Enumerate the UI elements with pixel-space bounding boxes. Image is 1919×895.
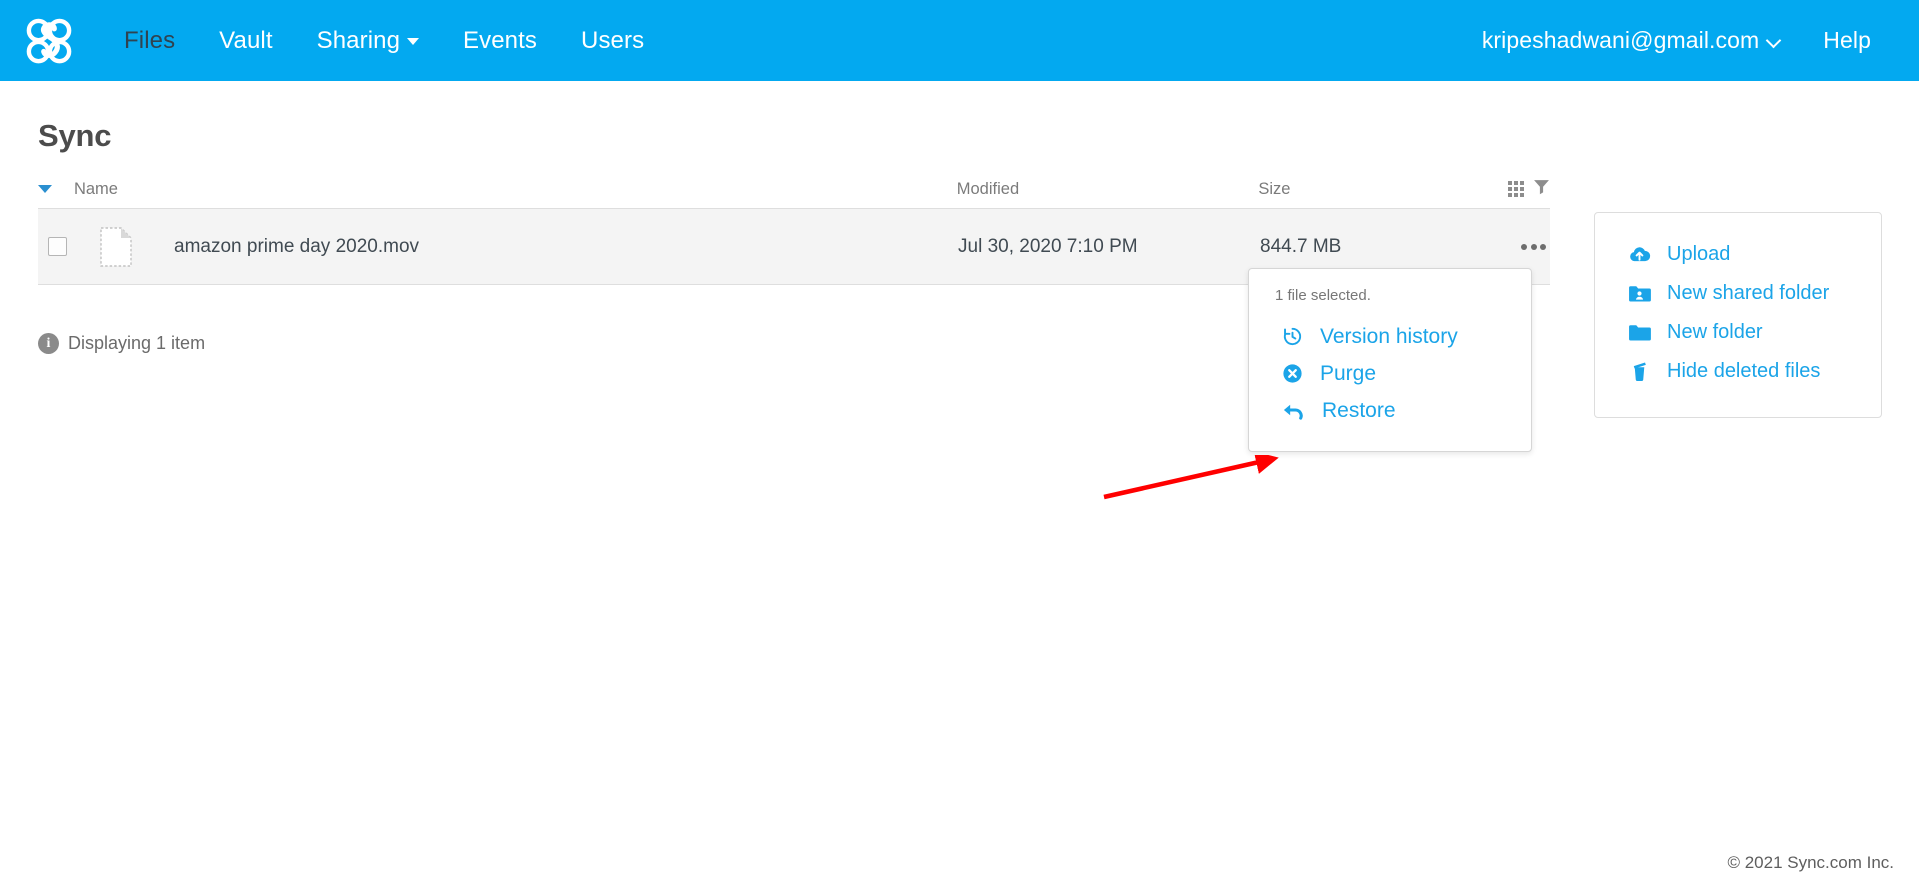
- chevron-down-icon: [1766, 33, 1782, 49]
- history-clock-icon: [1281, 325, 1304, 348]
- row-size-value: 844.7 MB: [1260, 236, 1510, 258]
- sort-toggle[interactable]: [38, 185, 74, 193]
- footer-copyright: © 2021 Sync.com Inc.: [1727, 853, 1894, 873]
- sort-caret-down-icon[interactable]: [38, 185, 52, 193]
- sync-logo[interactable]: [18, 10, 80, 72]
- column-header-size[interactable]: Size: [1258, 180, 1508, 199]
- column-header-modified[interactable]: Modified: [957, 180, 1259, 199]
- nav-item-vault[interactable]: Vault: [197, 27, 294, 55]
- panel-item-new-shared-folder-label: New shared folder: [1667, 282, 1829, 305]
- account-email-label: kripeshadwani@gmail.com: [1482, 27, 1759, 53]
- circle-x-icon: [1281, 362, 1304, 385]
- menu-item-restore-label: Restore: [1322, 400, 1396, 421]
- page-title: Sync: [38, 118, 111, 154]
- panel-item-new-folder[interactable]: New folder: [1595, 313, 1881, 352]
- menu-item-version-history-label: Version history: [1320, 326, 1458, 347]
- account-menu[interactable]: kripeshadwani@gmail.com: [1460, 27, 1801, 54]
- panel-item-hide-deleted-files-label: Hide deleted files: [1667, 360, 1820, 383]
- nav-left-group: Files Vault Sharing Events Users: [0, 10, 666, 72]
- status-line: i Displaying 1 item: [38, 333, 205, 354]
- nav-item-sharing[interactable]: Sharing: [295, 27, 441, 55]
- menu-item-purge-label: Purge: [1320, 363, 1376, 384]
- help-link[interactable]: Help: [1801, 27, 1893, 54]
- menu-item-restore[interactable]: Restore: [1249, 392, 1531, 429]
- column-header-name[interactable]: Name: [74, 180, 957, 199]
- table-header-row: Name Modified Size: [38, 176, 1550, 208]
- selection-count-label: 1 file selected.: [1249, 287, 1531, 318]
- file-name-label[interactable]: amazon prime day 2020.mov: [174, 236, 419, 258]
- grid-view-icon[interactable]: [1508, 181, 1524, 197]
- info-icon: i: [38, 333, 59, 354]
- actions-panel: Upload New shared folder New folder Hide: [1594, 212, 1882, 418]
- filter-funnel-icon[interactable]: [1533, 178, 1550, 200]
- nav-item-users[interactable]: Users: [559, 27, 666, 55]
- nav-item-files[interactable]: Files: [102, 27, 197, 55]
- folder-icon: [1628, 323, 1651, 342]
- nav-right-group: kripeshadwani@gmail.com Help: [1460, 27, 1919, 54]
- annotation-arrow: [1100, 455, 1280, 505]
- row-actions: [1510, 244, 1550, 250]
- menu-item-purge[interactable]: Purge: [1249, 355, 1531, 392]
- folder-shared-icon: [1628, 284, 1651, 303]
- file-document-icon: [100, 227, 132, 267]
- row-name-cell: amazon prime day 2020.mov: [74, 227, 958, 267]
- caret-down-icon: [407, 38, 419, 45]
- panel-item-new-folder-label: New folder: [1667, 321, 1763, 344]
- cloud-upload-icon: [1628, 245, 1651, 264]
- top-navbar: Files Vault Sharing Events Users kripesh…: [0, 0, 1919, 81]
- row-checkbox[interactable]: [48, 237, 67, 256]
- row-modified-value: Jul 30, 2020 7:10 PM: [958, 236, 1260, 258]
- row-context-menu: 1 file selected. Version history Purge: [1248, 268, 1532, 452]
- panel-item-upload[interactable]: Upload: [1595, 235, 1881, 274]
- panel-item-hide-deleted-files[interactable]: Hide deleted files: [1595, 352, 1881, 391]
- panel-item-upload-label: Upload: [1667, 243, 1730, 266]
- status-text: Displaying 1 item: [68, 333, 205, 354]
- menu-item-version-history[interactable]: Version history: [1249, 318, 1531, 355]
- undo-arrow-icon: [1281, 399, 1306, 422]
- row-more-options-button[interactable]: [1521, 244, 1550, 250]
- nav-item-events[interactable]: Events: [441, 27, 559, 55]
- table-tools: [1508, 178, 1550, 200]
- row-checkbox-cell: [38, 237, 74, 256]
- trash-icon: [1628, 361, 1651, 382]
- panel-item-new-shared-folder[interactable]: New shared folder: [1595, 274, 1881, 313]
- nav-item-sharing-label: Sharing: [317, 27, 400, 54]
